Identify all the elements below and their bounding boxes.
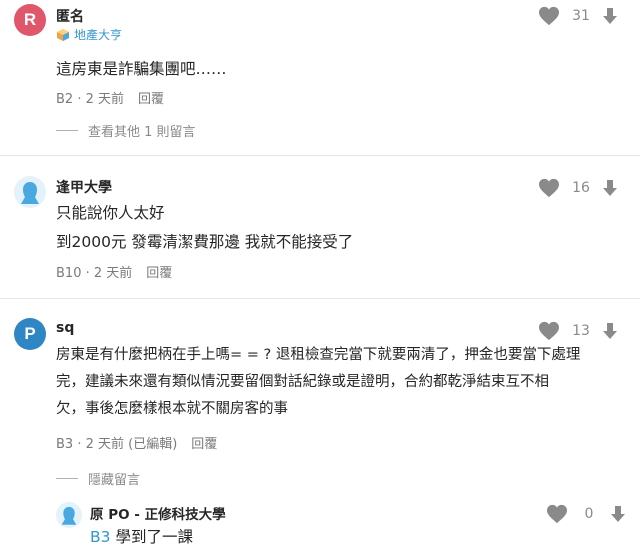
downvote-icon[interactable] <box>610 505 626 523</box>
dash-line <box>56 130 78 131</box>
like-group: 13 <box>538 321 618 341</box>
comment-line: 只能說你人太好 <box>56 204 165 222</box>
comment-meta: B10 · 2 天前 回覆 <box>56 262 172 281</box>
avatar-letter: P <box>24 324 36 343</box>
avatar[interactable] <box>56 502 82 528</box>
avatar[interactable] <box>14 176 46 208</box>
downvote-icon[interactable] <box>602 179 618 197</box>
reply-button[interactable]: 回覆 <box>146 262 172 281</box>
floor-time: B2 · 2 天前 <box>56 92 125 107</box>
reply-button[interactable]: 回覆 <box>191 433 217 452</box>
username[interactable]: 匿名 <box>56 6 84 26</box>
like-group: 16 <box>538 178 618 198</box>
comment-line: 房東是有什麼把柄在手上嗎= = ? 退租檢查完當下就要兩清了，押金也要當下處理 <box>56 347 581 363</box>
like-group: 0 <box>546 504 626 524</box>
like-count: 0 <box>584 506 594 522</box>
comment-line: 到2000元 發霉清潔費那邊 我就不能接受了 <box>56 233 354 251</box>
floor-time: B10 · 2 天前 <box>56 266 133 281</box>
username[interactable]: 原 PO - 正修科技大學 <box>90 503 226 523</box>
downvote-icon[interactable] <box>602 7 618 25</box>
comment-line: 欠，事後怎麼樣根本就不關房客的事 <box>56 401 288 417</box>
floor-reference[interactable]: B3 <box>90 528 111 546</box>
heart-icon[interactable] <box>546 504 568 524</box>
comment-text: 房東是有什麼把柄在手上嗎= = ? 退租檢查完當下就要兩清了，押金也要當下處理 … <box>56 342 616 423</box>
comment-line: 這房東是詐騙集團吧…… <box>56 60 227 78</box>
user-badge[interactable]: 地產大亨 <box>56 26 122 43</box>
view-more-label: 查看其他 1 則留言 <box>88 125 196 140</box>
divider <box>0 298 640 299</box>
heart-icon[interactable] <box>538 321 560 341</box>
comment-meta: B3 · 2 天前 (已編輯) 回覆 <box>56 433 217 452</box>
comment-text: 這房東是詐騙集團吧…… <box>56 56 227 83</box>
dash-line <box>56 478 78 479</box>
floor-label: B3 <box>56 437 74 452</box>
like-count: 13 <box>572 323 590 339</box>
comment-line: 完，建議未來還有類似情況要留個對話紀錄或是證明，合約都乾淨結束互不相 <box>56 374 549 390</box>
like-count: 16 <box>572 180 590 196</box>
floor-time: B3 · 2 天前 (已編輯) <box>56 437 178 452</box>
username[interactable]: sq <box>56 320 74 336</box>
comment-meta: B2 · 2 天前 回覆 <box>56 88 164 107</box>
view-more-replies[interactable]: 查看其他 1 則留言 <box>56 121 196 140</box>
cube-icon <box>57 28 69 41</box>
like-count: 31 <box>572 8 590 24</box>
avatar[interactable]: P <box>14 318 46 350</box>
hide-replies[interactable]: 隱藏留言 <box>56 469 140 488</box>
reply-text: B3 學到了一課 <box>90 524 193 551</box>
comment-text: 只能說你人太好 到2000元 發霉清潔費那邊 我就不能接受了 <box>56 200 353 256</box>
default-user-icon <box>61 506 77 525</box>
timestamp: 2 天前 <box>85 92 125 107</box>
reply-button[interactable]: 回覆 <box>138 88 164 107</box>
default-user-icon <box>21 182 39 204</box>
floor-label: B2 <box>56 92 74 107</box>
floor-label: B10 <box>56 266 82 281</box>
badge-label: 地產大亨 <box>74 28 123 42</box>
avatar-letter: R <box>23 10 37 29</box>
downvote-icon[interactable] <box>602 322 618 340</box>
avatar[interactable]: R <box>14 4 46 36</box>
reply-body: 學到了一課 <box>115 528 193 546</box>
heart-icon[interactable] <box>538 6 560 26</box>
hide-replies-label: 隱藏留言 <box>88 473 141 488</box>
username[interactable]: 逢甲大學 <box>56 177 112 197</box>
timestamp: 2 天前 <box>93 266 133 281</box>
heart-icon[interactable] <box>538 178 560 198</box>
divider <box>0 155 640 156</box>
like-group: 31 <box>538 6 618 26</box>
timestamp: 2 天前 (已編輯) <box>85 437 178 452</box>
